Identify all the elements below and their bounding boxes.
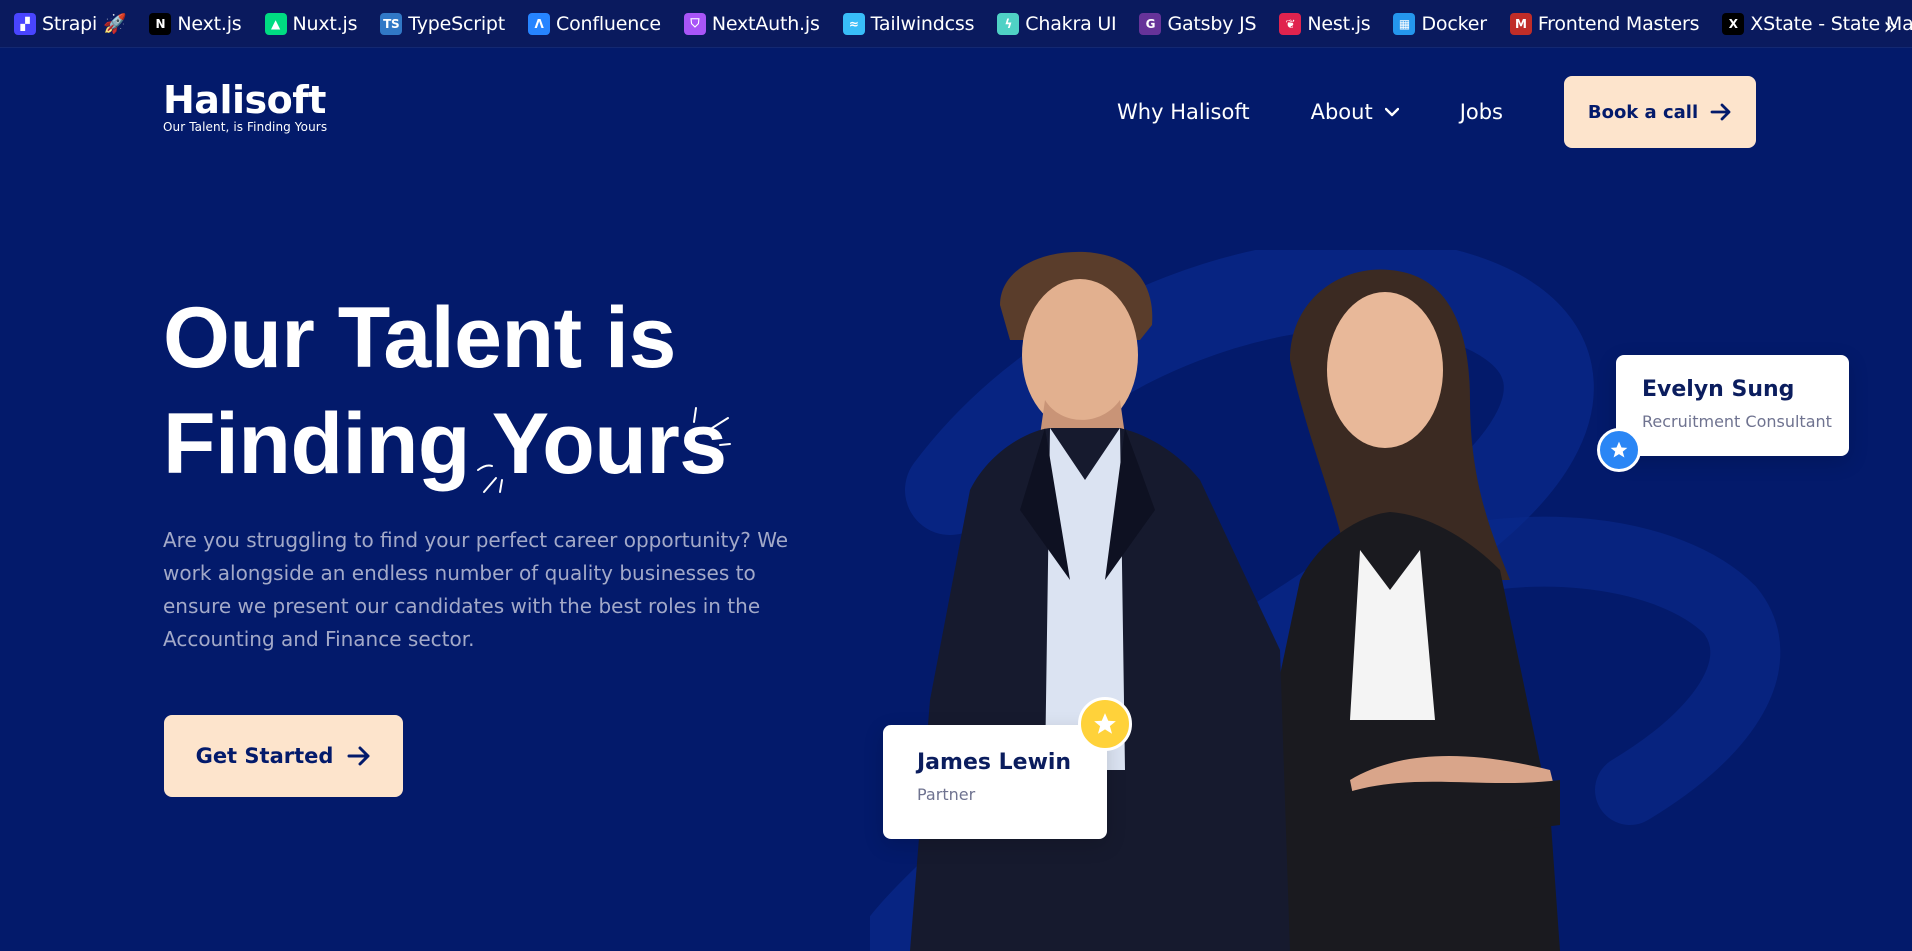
get-started-label: Get Started bbox=[195, 744, 334, 768]
xstate-icon: X bbox=[1722, 12, 1745, 35]
profile-name: Evelyn Sung bbox=[1642, 377, 1795, 402]
star-icon bbox=[1078, 697, 1132, 751]
bookmarks-bar: ▞ Strapi 🚀 N Next.js ▲ Nuxt.js TS TypeScript Ʌ Co… bbox=[0, 0, 1912, 48]
nav-about-label: About bbox=[1310, 100, 1373, 124]
chakra-icon: ϟ bbox=[997, 12, 1020, 35]
bookmark-typescript[interactable]: TS TypeScript bbox=[380, 0, 505, 48]
tailwind-icon: ≈ bbox=[842, 12, 865, 35]
strapi-icon: ▞ bbox=[14, 12, 36, 35]
nav-jobs-label: Jobs bbox=[1459, 100, 1503, 124]
bookmark-confluence[interactable]: Ʌ Confluence bbox=[528, 0, 661, 48]
bookmark-nestjs[interactable]: ❦ Nest.js bbox=[1279, 0, 1371, 48]
profile-role: Recruitment Consultant bbox=[1642, 412, 1832, 431]
bookmark-nextauth[interactable]: ⛉ NextAuth.js bbox=[683, 0, 820, 48]
book-a-call-button[interactable]: Book a call bbox=[1564, 76, 1756, 148]
book-a-call-label: Book a call bbox=[1587, 101, 1699, 123]
profile-card-evelyn: Evelyn Sung Recruitment Consultant bbox=[1616, 355, 1849, 456]
main-nav: Why Halisoft About Jobs Book a call bbox=[1117, 76, 1756, 148]
bookmark-chakra[interactable]: ϟ Chakra UI bbox=[997, 0, 1117, 48]
bookmark-frontend-masters[interactable]: M Frontend Masters bbox=[1509, 0, 1700, 48]
bookmark-docker[interactable]: ▦ Docker bbox=[1393, 0, 1487, 48]
star-icon bbox=[1597, 428, 1641, 472]
bookmark-label: Docker bbox=[1421, 12, 1487, 35]
nextauth-icon: ⛉ bbox=[683, 12, 706, 35]
profile-role: Partner bbox=[917, 785, 976, 804]
bookmark-label: NextAuth.js bbox=[711, 12, 820, 35]
confluence-icon: Ʌ bbox=[528, 12, 551, 35]
bookmark-tailwind[interactable]: ≈ Tailwindcss bbox=[842, 0, 975, 48]
bookmarks-overflow-icon[interactable]: » bbox=[1883, 12, 1898, 40]
bookmark-nextjs[interactable]: N Next.js bbox=[149, 0, 242, 48]
nestjs-icon: ❦ bbox=[1279, 12, 1302, 35]
logo-tagline: Our Talent, is Finding Yours bbox=[163, 120, 328, 134]
gatsby-icon: G bbox=[1139, 12, 1162, 35]
bookmark-label: TypeScript bbox=[408, 12, 506, 35]
bookmark-label: Gatsby JS bbox=[1167, 12, 1257, 35]
bookmark-label: Nuxt.js bbox=[292, 12, 358, 35]
nav-about[interactable]: About bbox=[1311, 100, 1399, 124]
hero-description: Are you struggling to find your perfect … bbox=[163, 528, 789, 651]
bookmark-label: Confluence bbox=[556, 12, 661, 35]
bookmark-strapi[interactable]: ▞ Strapi 🚀 bbox=[14, 0, 127, 48]
arrow-right-icon bbox=[347, 746, 370, 766]
nuxt-icon: ▲ bbox=[264, 12, 287, 35]
bookmark-label: Strapi 🚀 bbox=[42, 13, 127, 35]
site-logo[interactable]: Halisoft Our Talent, is Finding Yours bbox=[163, 80, 327, 134]
frontend-masters-icon: M bbox=[1509, 12, 1532, 35]
arrow-right-icon bbox=[1710, 103, 1731, 121]
typescript-icon: TS bbox=[380, 12, 403, 35]
bookmark-label: Nest.js bbox=[1307, 12, 1371, 35]
hero-title-line-1: Our Talent is bbox=[163, 290, 676, 386]
profile-card-james: James Lewin Partner bbox=[883, 725, 1107, 839]
nav-why-halisoft-label: Why Halisoft bbox=[1117, 100, 1250, 124]
bookmark-label: Frontend Masters bbox=[1537, 12, 1700, 35]
nav-jobs[interactable]: Jobs bbox=[1460, 100, 1503, 124]
nav-why-halisoft[interactable]: Why Halisoft bbox=[1117, 100, 1250, 124]
chevron-down-icon bbox=[1384, 107, 1399, 117]
bookmark-gatsby[interactable]: G Gatsby JS bbox=[1139, 0, 1257, 48]
get-started-button[interactable]: Get Started bbox=[164, 715, 403, 797]
logo-name: Halisoft bbox=[163, 78, 326, 122]
bookmark-label: Next.js bbox=[177, 12, 242, 35]
bookmark-nuxt[interactable]: ▲ Nuxt.js bbox=[264, 0, 358, 48]
docker-icon: ▦ bbox=[1393, 12, 1416, 35]
nextjs-icon: N bbox=[149, 12, 172, 35]
bookmark-label: Chakra UI bbox=[1025, 12, 1117, 35]
bookmark-label: Tailwindcss bbox=[870, 12, 975, 35]
sparkle-decoration-icon bbox=[477, 407, 731, 493]
profile-name: James Lewin bbox=[917, 750, 1072, 775]
